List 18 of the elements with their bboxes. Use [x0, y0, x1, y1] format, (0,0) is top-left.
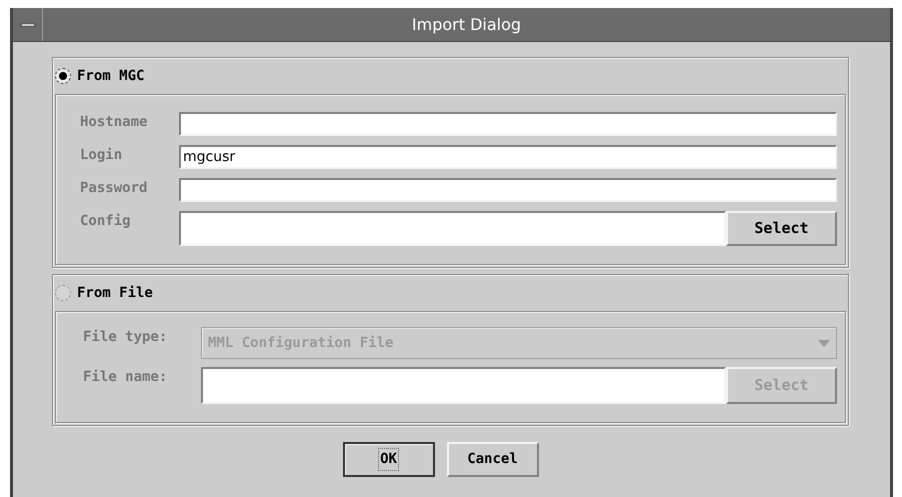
input-field[interactable]	[179, 112, 837, 136]
input-field[interactable]	[179, 211, 726, 246]
input-field[interactable]	[201, 367, 726, 404]
window-title: Import Dialog	[412, 14, 522, 36]
field-label: Hostname	[80, 113, 148, 132]
select-button[interactable]: Select	[726, 211, 837, 246]
dialog-button[interactable]: OK	[342, 442, 434, 477]
field-label: Login	[80, 146, 124, 165]
dropdown-arrow-icon	[818, 340, 830, 346]
group-label[interactable]: From MGC	[77, 66, 144, 86]
field-label: File type:	[83, 328, 168, 347]
input-field[interactable]	[179, 178, 837, 202]
dialog-button[interactable]: Cancel	[446, 442, 538, 477]
field-label: Config	[80, 212, 132, 231]
field-label: File name:	[83, 368, 168, 387]
input-field[interactable]: mgcusr	[179, 145, 837, 169]
radio-button[interactable]	[55, 68, 71, 84]
field-label: Password	[80, 179, 148, 198]
